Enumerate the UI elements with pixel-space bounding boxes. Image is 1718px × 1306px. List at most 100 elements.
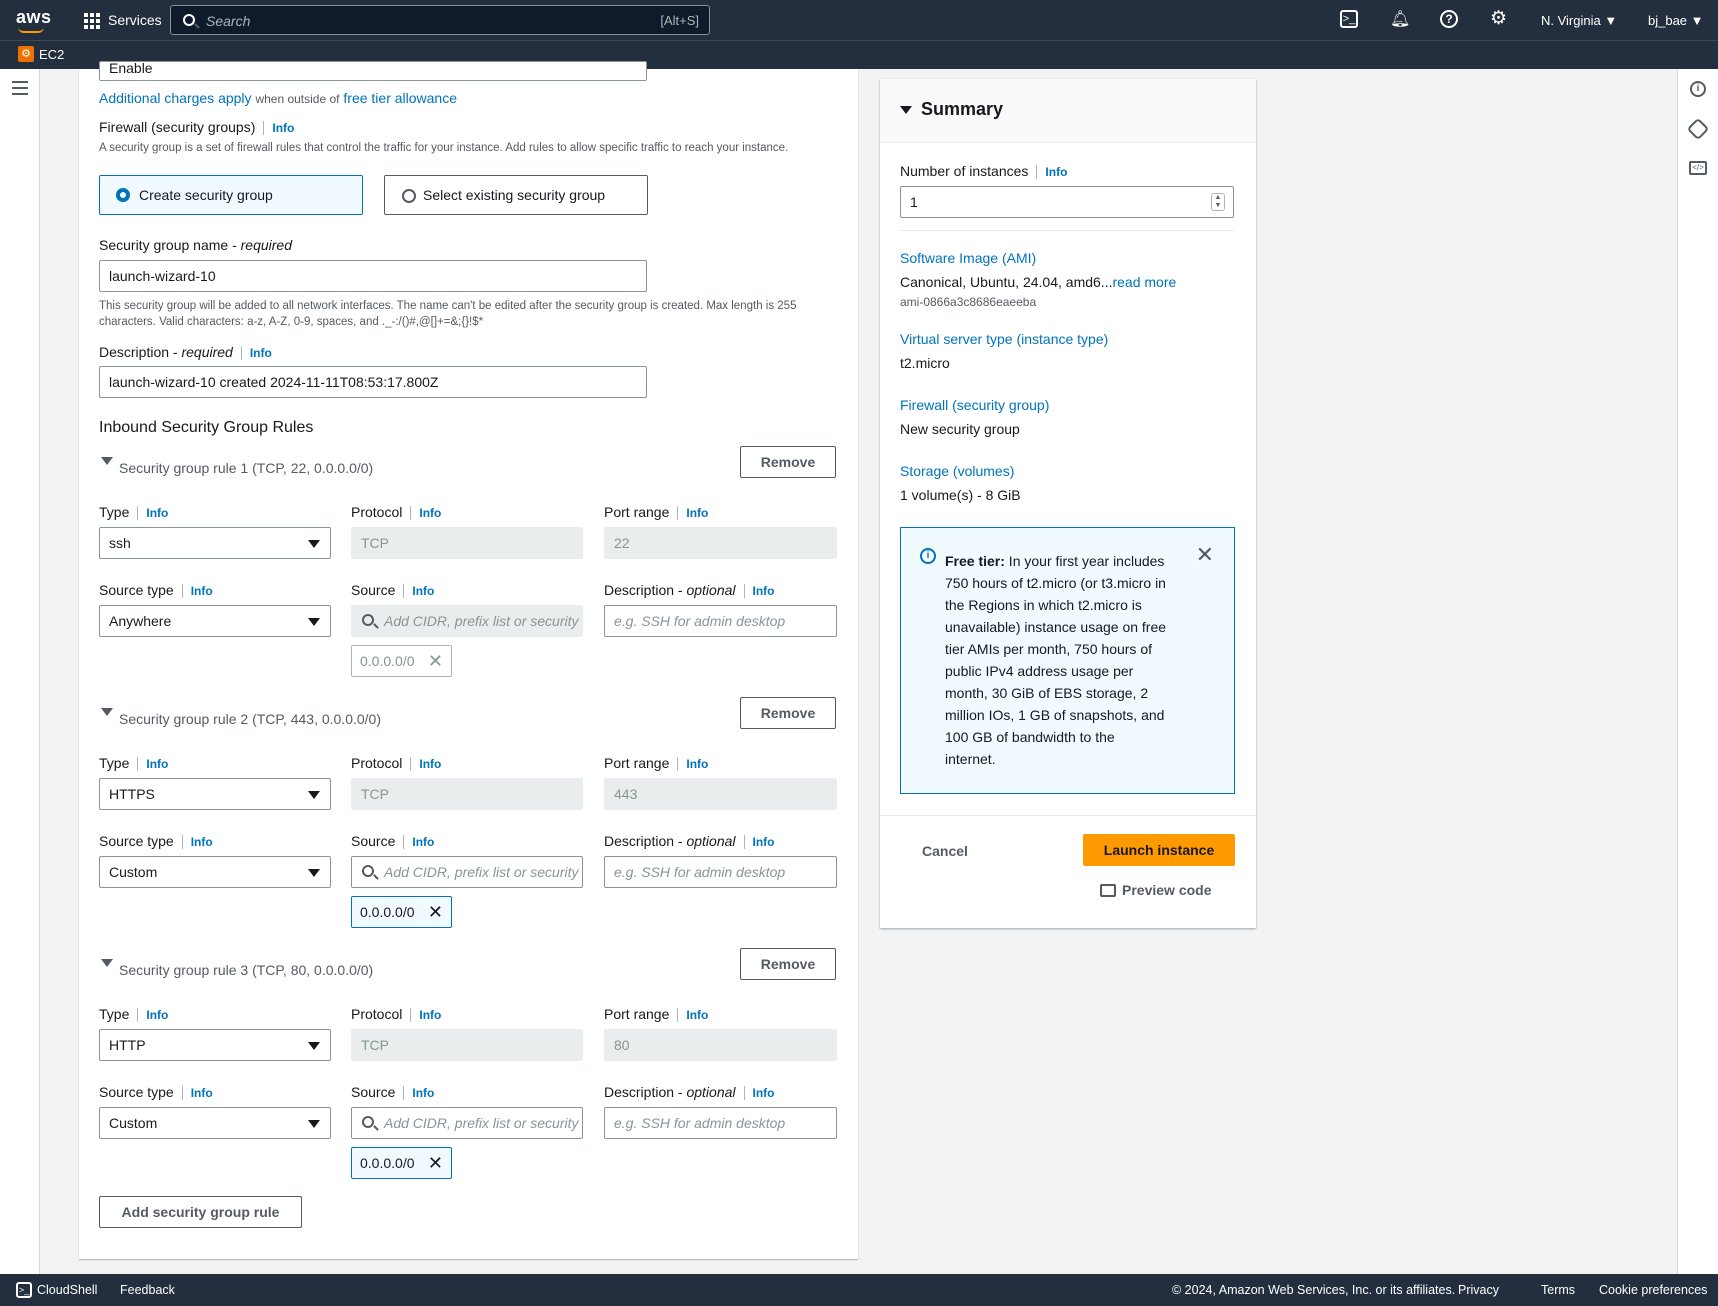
storage-value: 1 volume(s) - 8 GiB	[900, 487, 1021, 503]
port-range-heading: Port range Info	[604, 504, 708, 521]
rule-source-placeholder: Add CIDR, prefix list or security	[384, 1115, 579, 1131]
instance-type-link[interactable]: Virtual server type (instance type)	[900, 331, 1108, 347]
num-instances-stepper[interactable]: 1 ▲ ▼	[900, 186, 1234, 218]
rule-description-label: Description -	[604, 582, 687, 598]
select-existing-security-group-option[interactable]: Select existing security group	[384, 175, 648, 215]
rule-description-info-link[interactable]: Info	[753, 584, 775, 598]
firewall-info-link[interactable]: Info	[272, 121, 294, 135]
region-selector[interactable]: N. Virginia ▼	[1541, 13, 1617, 28]
port-range-info-link[interactable]: Info	[686, 506, 708, 520]
source-type-info-link[interactable]: Info	[191, 584, 213, 598]
chevron-down-icon: ▼	[1604, 13, 1618, 28]
create-sg-label: Create security group	[139, 187, 273, 203]
close-icon[interactable]: ✕	[1196, 542, 1214, 568]
sg-name-input[interactable]: launch-wizard-10	[99, 260, 647, 292]
protocol-info-link[interactable]: Info	[419, 1008, 441, 1022]
add-security-group-rule-button[interactable]: Add security group rule	[99, 1196, 302, 1228]
type-info-link[interactable]: Info	[146, 506, 168, 520]
remove-rule-button[interactable]: Remove	[740, 446, 836, 478]
info-panel-icon[interactable]: i	[1690, 81, 1706, 97]
rule-description-input[interactable]: e.g. SSH for admin desktop	[604, 856, 837, 888]
rule-source-type-select[interactable]: Custom	[99, 1107, 331, 1139]
num-instances-value: 1	[910, 194, 918, 210]
rule-description-info-link[interactable]: Info	[753, 1086, 775, 1100]
resources-icon[interactable]	[1686, 117, 1710, 141]
auto-assign-ip-select[interactable]: Enable	[99, 61, 647, 81]
ec2-icon: ⚙	[18, 46, 34, 62]
gear-icon[interactable]: ⚙	[1490, 7, 1507, 30]
preview-code-icon[interactable]: </>	[1689, 161, 1707, 175]
service-link-ec2[interactable]: EC2	[39, 47, 64, 62]
services-menu[interactable]: Services	[108, 12, 162, 28]
region-label: N. Virginia	[1541, 13, 1601, 28]
rule-description-input[interactable]: e.g. SSH for admin desktop	[604, 1107, 837, 1139]
description-info-link[interactable]: Info	[250, 346, 272, 360]
free-tier-link[interactable]: free tier allowance	[343, 90, 457, 106]
privacy-link[interactable]: Privacy	[1458, 1283, 1499, 1297]
cloudshell-link[interactable]: CloudShell	[37, 1283, 97, 1297]
rule-type-select[interactable]: HTTP	[99, 1029, 331, 1061]
source-info-link[interactable]: Info	[412, 1086, 434, 1100]
source-info-link[interactable]: Info	[412, 835, 434, 849]
rule-type-select[interactable]: HTTPS	[99, 778, 331, 810]
cookie-preferences-link[interactable]: Cookie preferences	[1599, 1283, 1707, 1297]
create-security-group-option[interactable]: Create security group	[99, 175, 363, 215]
free-tier-line: public IPv4 address usage per	[945, 663, 1134, 679]
source-type-info-link[interactable]: Info	[191, 835, 213, 849]
remove-token-icon[interactable]: ✕	[428, 897, 443, 927]
rule-collapse-caret-icon[interactable]	[101, 708, 113, 716]
charges-text: when outside of	[255, 92, 340, 106]
type-info-link[interactable]: Info	[146, 1008, 168, 1022]
summary-header[interactable]: Summary	[880, 79, 1256, 143]
stepper-arrows-icon[interactable]: ▲ ▼	[1211, 193, 1225, 211]
type-info-link[interactable]: Info	[146, 757, 168, 771]
cidr-token: 0.0.0.0/0 ✕	[351, 896, 452, 928]
port-range-info-link[interactable]: Info	[686, 757, 708, 771]
remove-token-icon[interactable]: ✕	[428, 646, 443, 676]
num-instances-info-link[interactable]: Info	[1045, 165, 1067, 179]
services-grid-icon[interactable]	[84, 13, 100, 29]
rule-source-input[interactable]: Add CIDR, prefix list or security	[351, 856, 583, 888]
terms-link[interactable]: Terms	[1541, 1283, 1575, 1297]
bell-icon[interactable]: 🔔︎	[1390, 9, 1410, 29]
firewall-description: A security group is a set of firewall ru…	[99, 142, 789, 154]
launch-instance-button[interactable]: Launch instance	[1083, 834, 1235, 866]
ami-link[interactable]: Software Image (AMI)	[900, 250, 1036, 266]
create-sg-radio[interactable]	[116, 188, 130, 202]
rule-description-input[interactable]: e.g. SSH for admin desktop	[604, 605, 837, 637]
remove-rule-button[interactable]: Remove	[740, 697, 836, 729]
rule-description-info-link[interactable]: Info	[753, 835, 775, 849]
port-range-info-link[interactable]: Info	[686, 1008, 708, 1022]
remove-token-icon[interactable]: ✕	[428, 1148, 443, 1178]
protocol-info-link[interactable]: Info	[419, 506, 441, 520]
feedback-link[interactable]: Feedback	[120, 1283, 175, 1297]
read-more-link[interactable]: read more	[1112, 274, 1176, 290]
sg-description-input[interactable]: launch-wizard-10 created 2024-11-11T08:5…	[99, 366, 647, 398]
menu-icon[interactable]	[12, 81, 28, 95]
source-type-info-link[interactable]: Info	[191, 1086, 213, 1100]
rule-source-type-select[interactable]: Custom	[99, 856, 331, 888]
aws-logo[interactable]: aws	[16, 7, 52, 28]
rule-collapse-caret-icon[interactable]	[101, 959, 113, 967]
help-icon[interactable]: ?	[1440, 10, 1458, 28]
firewall-summary-link[interactable]: Firewall (security group)	[900, 397, 1049, 413]
account-menu[interactable]: bj_bae ▼	[1648, 13, 1704, 28]
preview-code-button[interactable]: Preview code	[1100, 882, 1212, 898]
cloudshell-icon[interactable]: >_	[1340, 10, 1358, 28]
search-input[interactable]: Search [Alt+S]	[170, 5, 710, 35]
user-label: bj_bae	[1648, 13, 1688, 28]
rule-collapse-caret-icon[interactable]	[101, 457, 113, 465]
additional-charges-link[interactable]: Additional charges apply	[99, 90, 252, 106]
source-info-link[interactable]: Info	[412, 584, 434, 598]
rule-source-type-select[interactable]: Anywhere	[99, 605, 331, 637]
rule-type-select[interactable]: ssh	[99, 527, 331, 559]
protocol-info-link[interactable]: Info	[419, 757, 441, 771]
remove-rule-button[interactable]: Remove	[740, 948, 836, 980]
aws-smile-icon	[18, 27, 44, 33]
cancel-button[interactable]: Cancel	[922, 843, 968, 859]
select-sg-radio[interactable]	[402, 189, 416, 203]
storage-link[interactable]: Storage (volumes)	[900, 463, 1014, 479]
rule-source-input[interactable]: Add CIDR, prefix list or security	[351, 605, 583, 637]
rule-source-input[interactable]: Add CIDR, prefix list or security	[351, 1107, 583, 1139]
optional-tag: optional	[686, 582, 736, 598]
